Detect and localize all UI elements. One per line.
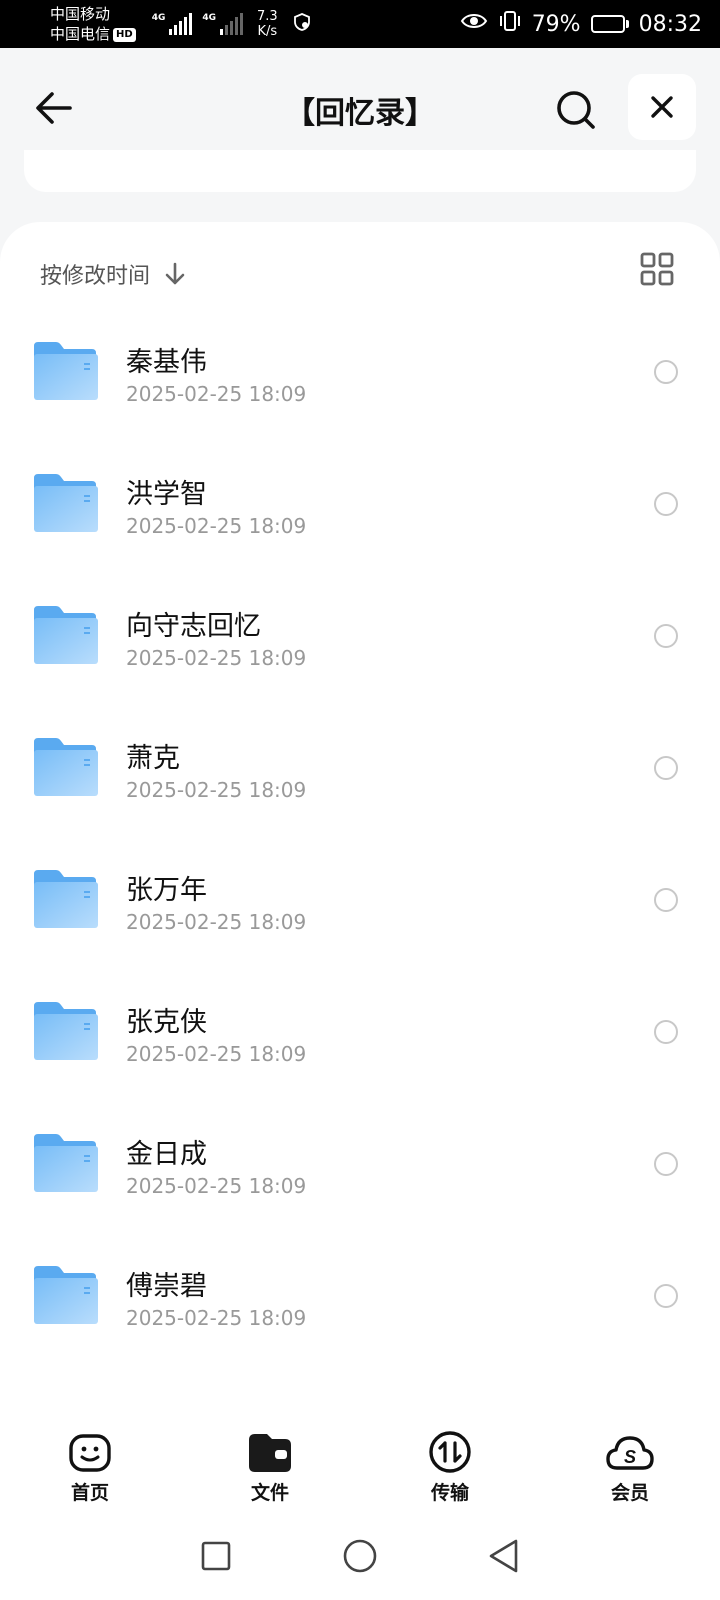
tab-transfer[interactable]: 传输	[360, 1412, 540, 1512]
file-name: 金日成	[126, 1139, 207, 1170]
close-button[interactable]	[628, 74, 696, 140]
select-checkbox[interactable]	[654, 1152, 678, 1176]
file-row-6[interactable]: 金日成 2025-02-25 18:09	[0, 1104, 720, 1236]
collapsed-card	[24, 150, 696, 192]
folder-icon	[34, 474, 98, 532]
signal-strength-1: 4G	[152, 13, 193, 35]
file-name: 萧克	[126, 743, 180, 774]
speed-unit: K/s	[257, 24, 278, 39]
network-speed: 7.3 K/s	[257, 9, 278, 39]
search-icon	[557, 91, 595, 129]
folder-icon	[34, 1002, 98, 1060]
file-date: 2025-02-25 18:09	[126, 382, 307, 406]
file-row-4[interactable]: 张万年 2025-02-25 18:09	[0, 840, 720, 972]
grid-icon	[640, 252, 674, 286]
file-name: 傅崇碧	[126, 1271, 207, 1302]
clock: 08:32	[638, 11, 702, 37]
file-name: 向守志回忆	[126, 611, 261, 642]
file-name: 洪学智	[126, 479, 207, 510]
folder-icon	[34, 738, 98, 796]
select-checkbox[interactable]	[654, 360, 678, 384]
back-nav-button[interactable]	[488, 1538, 520, 1574]
hd-badge: HD	[113, 27, 136, 42]
recents-button[interactable]	[200, 1540, 232, 1572]
file-panel: 按修改时间 秦基伟 2025-02-25 18:09 洪学智 2025-02-2…	[0, 222, 720, 1422]
select-checkbox[interactable]	[654, 1284, 678, 1308]
grid-view-button[interactable]	[640, 252, 676, 288]
eye-icon	[460, 11, 488, 37]
folder-icon	[34, 870, 98, 928]
select-checkbox[interactable]	[654, 888, 678, 912]
tab-home-label: 首页	[70, 1482, 109, 1504]
status-bar: 中国移动 中国电信 HD 4G 4G 7.3 K/s 79% 08:32	[0, 0, 720, 48]
battery-icon	[590, 15, 629, 33]
sort-label: 按修改时间	[40, 264, 151, 289]
file-row-1[interactable]: 洪学智 2025-02-25 18:09	[0, 444, 720, 576]
system-nav-bar	[0, 1512, 720, 1600]
file-row-5[interactable]: 张克侠 2025-02-25 18:09	[0, 972, 720, 1104]
network-type-2: 4G	[202, 13, 216, 23]
folder-icon	[34, 606, 98, 664]
file-row-2[interactable]: 向守志回忆 2025-02-25 18:09	[0, 576, 720, 708]
tab-files-label: 文件	[250, 1482, 289, 1504]
tab-member-label: 会员	[610, 1482, 649, 1504]
file-date: 2025-02-25 18:09	[126, 910, 307, 934]
tab-member[interactable]: S 会员	[540, 1412, 720, 1512]
svg-text:S: S	[624, 1447, 636, 1467]
file-name: 张克侠	[126, 1007, 207, 1038]
file-date: 2025-02-25 18:09	[126, 1174, 307, 1198]
file-name: 张万年	[126, 875, 207, 906]
file-row-7[interactable]: 傅崇碧 2025-02-25 18:09	[0, 1236, 720, 1368]
transfer-icon	[429, 1431, 471, 1473]
tab-home[interactable]: 首页	[0, 1412, 180, 1512]
battery-percent: 79%	[531, 11, 581, 37]
vibrate-icon	[498, 10, 522, 38]
file-row-3[interactable]: 萧克 2025-02-25 18:09	[0, 708, 720, 840]
carrier-info: 中国移动 中国电信 HD	[50, 4, 136, 44]
sort-control[interactable]: 按修改时间	[40, 254, 186, 294]
bottom-tab-bar: 首页 文件 传输 S 会员	[0, 1412, 720, 1512]
select-checkbox[interactable]	[654, 624, 678, 648]
signal-strength-2: 4G	[202, 13, 243, 35]
cloud-s-icon: S	[606, 1436, 654, 1470]
file-name: 秦基伟	[126, 347, 207, 378]
carrier-1: 中国移动	[50, 5, 111, 23]
folder-icon	[34, 342, 98, 400]
file-date: 2025-02-25 18:09	[126, 778, 307, 802]
folder-wallet-icon	[249, 1434, 291, 1472]
home-button[interactable]	[342, 1538, 378, 1574]
file-list: 秦基伟 2025-02-25 18:09 洪学智 2025-02-25 18:0…	[0, 312, 720, 1368]
page-title: 【回忆录】	[285, 96, 435, 131]
tab-transfer-label: 传输	[430, 1482, 469, 1504]
file-date: 2025-02-25 18:09	[126, 646, 307, 670]
search-button[interactable]	[552, 86, 600, 134]
carrier-2: 中国电信	[50, 25, 111, 43]
select-checkbox[interactable]	[654, 1020, 678, 1044]
network-type-1: 4G	[151, 13, 166, 23]
speed-value: 7.3	[257, 9, 278, 24]
file-date: 2025-02-25 18:09	[126, 514, 307, 538]
file-date: 2025-02-25 18:09	[126, 1306, 307, 1330]
close-icon	[651, 96, 673, 118]
smile-home-icon	[69, 1434, 111, 1472]
tab-files[interactable]: 文件	[180, 1412, 360, 1512]
select-checkbox[interactable]	[654, 756, 678, 780]
arrow-down-icon	[165, 262, 185, 285]
folder-icon	[34, 1134, 98, 1192]
file-row-0[interactable]: 秦基伟 2025-02-25 18:09	[0, 312, 720, 444]
shield-icon	[292, 12, 312, 36]
file-date: 2025-02-25 18:09	[126, 1042, 307, 1066]
select-checkbox[interactable]	[654, 492, 678, 516]
folder-icon	[34, 1266, 98, 1324]
